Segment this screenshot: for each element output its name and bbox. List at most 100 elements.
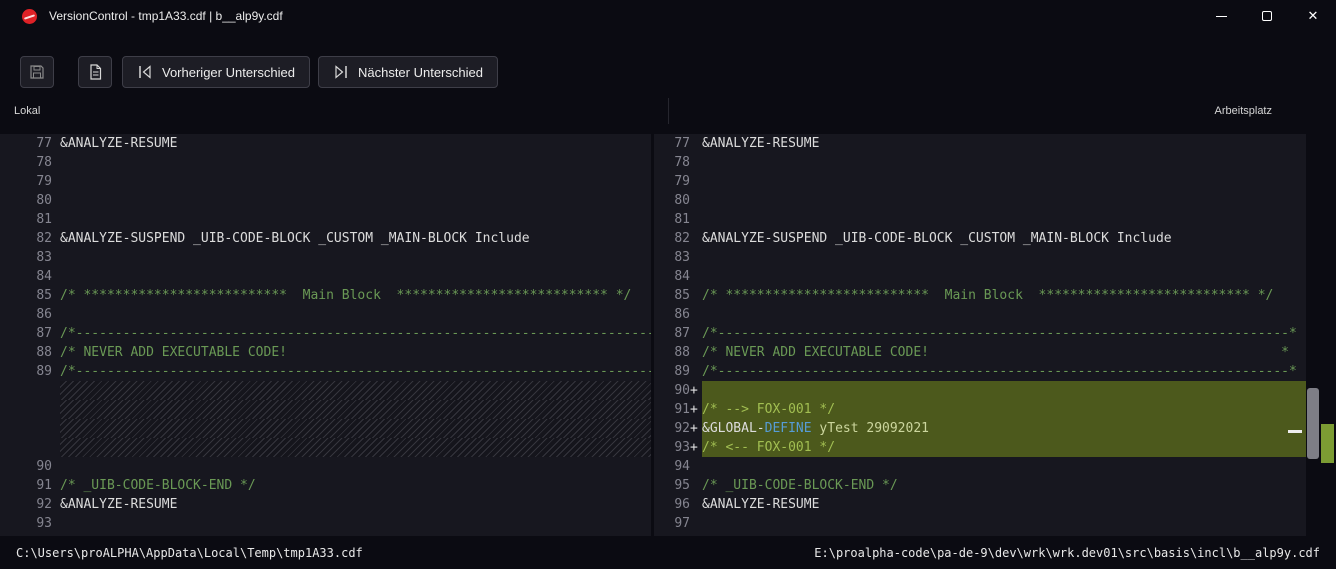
code-text: [60, 438, 651, 457]
line-number: 88: [36, 345, 52, 360]
code-text: /*--------------------------------------…: [702, 326, 1297, 341]
minimize-icon: [1215, 15, 1227, 17]
code-line: 87 /*------------------------------------…: [0, 324, 651, 343]
code-line: 84: [0, 267, 651, 286]
line-number: 93: [674, 440, 690, 455]
line-number: 83: [36, 250, 52, 265]
code-line: 85 /* ************************** Main Blo…: [654, 286, 1306, 305]
line-number: 89: [36, 364, 52, 379]
workspace-code-pane[interactable]: 77 &ANALYZE-RESUME 78 79 80 81 82 &ANALYZE-SUSP…: [654, 134, 1306, 536]
line-number: 95: [674, 478, 690, 493]
code-text: [60, 419, 651, 438]
window-title: VersionControl - tmp1A33.cdf | b__alp9y.…: [49, 9, 283, 23]
line-number: 77: [674, 136, 690, 151]
toolbar: Vorheriger Unterschied Nächster Untersch…: [0, 32, 1336, 88]
code-line: 89 /*------------------------------------…: [0, 362, 651, 381]
code-line: 91 /* _UIB-CODE-BLOCK-END */: [0, 476, 651, 495]
save-button[interactable]: [20, 56, 54, 88]
code-line: 80: [0, 191, 651, 210]
line-number: 92: [36, 497, 52, 512]
code-line: [0, 438, 651, 457]
line-number: 79: [674, 174, 690, 189]
line-number: 97: [674, 516, 690, 531]
code-line: 88 /* NEVER ADD EXECUTABLE CODE!: [0, 343, 651, 362]
code-text: /*--------------------------------------…: [60, 364, 651, 379]
diff-marker: +: [690, 440, 698, 455]
pane-headers: Lokal Arbeitsplatz: [0, 88, 1336, 134]
status-bar: C:\Users\proALPHA\AppData\Local\Temp\tmp…: [0, 536, 1336, 569]
next-difference-button[interactable]: Nächster Unterschied: [317, 56, 498, 88]
code-line: 86: [0, 305, 651, 324]
diff-marker: +: [690, 402, 698, 417]
line-number: 87: [36, 326, 52, 341]
code-line: 95 /* _UIB-CODE-BLOCK-END */: [654, 476, 1306, 495]
code-text: /* _UIB-CODE-BLOCK-END */: [60, 478, 256, 493]
close-button[interactable]: ✕: [1290, 0, 1336, 32]
left-pane-header: Lokal: [14, 105, 41, 117]
line-number: 88: [674, 345, 690, 360]
diff-map-marker[interactable]: [1321, 424, 1334, 463]
document-icon: [88, 64, 103, 80]
maximize-button[interactable]: [1244, 0, 1290, 32]
line-number: 78: [36, 155, 52, 170]
previous-difference-button[interactable]: Vorheriger Unterschied: [122, 56, 310, 88]
title-bar[interactable]: VersionControl - tmp1A33.cdf | b__alp9y.…: [0, 0, 1336, 32]
code-line: 92 + &GLOBAL- DEFINE yTest 29092021: [654, 419, 1306, 438]
diff-marker: +: [690, 421, 698, 436]
next-difference-label: Nächster Unterschied: [357, 64, 483, 80]
code-line: 90: [0, 457, 651, 476]
workspace-file-path: E:\proalpha-code\pa-de-9\dev\wrk\wrk.dev…: [814, 545, 1320, 560]
scrollbar-thumb[interactable]: [1307, 388, 1319, 459]
line-number: 80: [36, 193, 52, 208]
code-line: 90 +: [654, 381, 1306, 400]
code-line: 83: [0, 248, 651, 267]
code-text: &ANALYZE-RESUME: [702, 136, 820, 151]
code-line: 96 &ANALYZE-RESUME: [654, 495, 1306, 514]
previous-difference-label: Vorheriger Unterschied: [162, 64, 295, 80]
minimize-button[interactable]: [1198, 0, 1244, 32]
line-number: 87: [674, 326, 690, 341]
line-number: 82: [36, 231, 52, 246]
line-number: 89: [674, 364, 690, 379]
maximize-icon: [1262, 11, 1272, 21]
line-number: 78: [674, 155, 690, 170]
code-text: &ANALYZE-RESUME: [702, 497, 820, 512]
code-text: [60, 381, 651, 400]
code-text: /* ************************** Main Block…: [60, 288, 632, 303]
code-line: 86: [654, 305, 1306, 324]
code-line: 94: [654, 457, 1306, 476]
code-line: [0, 419, 651, 438]
close-icon: ✕: [1307, 8, 1319, 23]
code-text: [702, 381, 1306, 400]
code-text: &ANALYZE-RESUME: [60, 497, 178, 512]
code-text: &ANALYZE-SUSPEND _UIB-CODE-BLOCK _CUSTOM…: [702, 231, 1172, 246]
line-number: 85: [674, 288, 690, 303]
code-line: 87 /*------------------------------------…: [654, 324, 1306, 343]
code-text: /* _UIB-CODE-BLOCK-END */: [702, 478, 898, 493]
skip-next-icon: [333, 65, 349, 79]
line-number: 86: [674, 307, 690, 322]
skip-previous-icon: [137, 65, 153, 79]
report-button[interactable]: [78, 56, 112, 88]
diff-view: 77 &ANALYZE-RESUME 78 79 80 81 82 &ANALYZE-SUSP…: [0, 134, 1336, 536]
code-text: /*--------------------------------------…: [60, 326, 651, 341]
line-number: 94: [674, 459, 690, 474]
code-line: 78: [654, 153, 1306, 172]
app-logo-icon: [22, 8, 37, 24]
line-number: 84: [674, 269, 690, 284]
line-number: 92: [674, 421, 690, 436]
line-number: 83: [674, 250, 690, 265]
local-code-pane[interactable]: 77 &ANALYZE-RESUME 78 79 80 81 82 &ANALYZE-SUSP…: [0, 134, 651, 536]
code-line: [0, 381, 651, 400]
